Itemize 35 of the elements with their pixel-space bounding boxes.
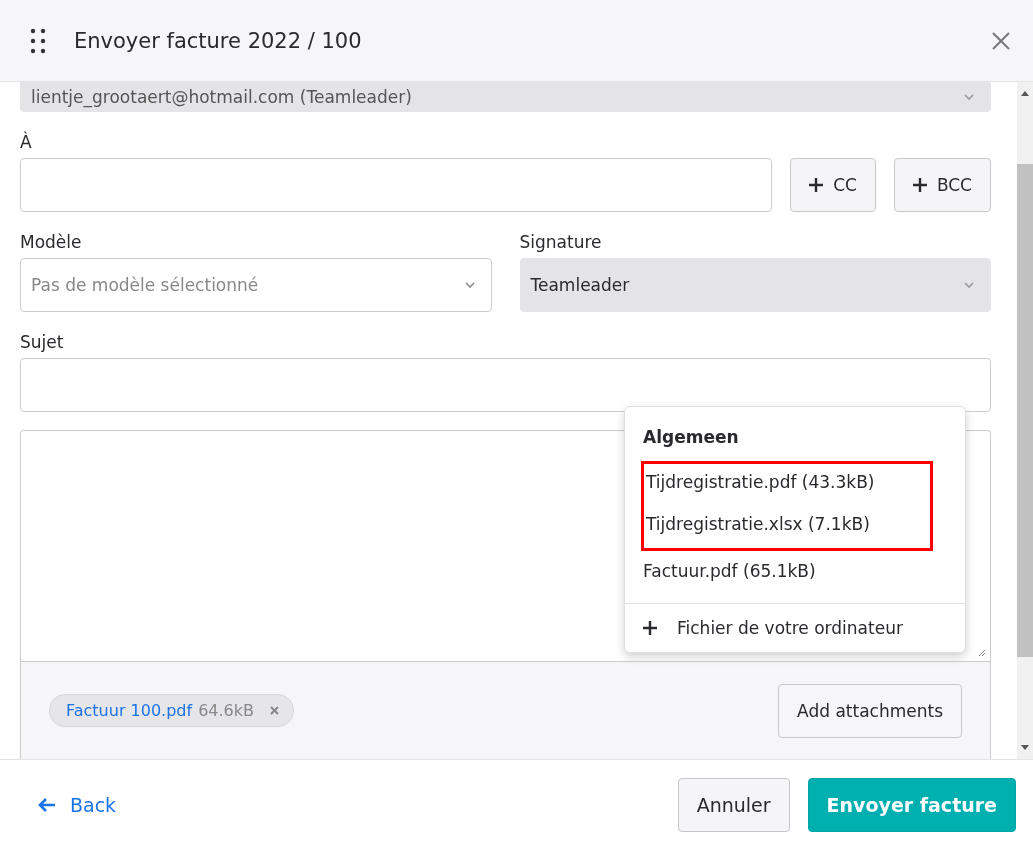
chevron-icon	[964, 94, 974, 100]
chevron-icon	[464, 282, 475, 288]
menu-item[interactable]: Tijdregistratie.xlsx (7.1kB)	[644, 506, 930, 548]
resize-handle-icon[interactable]	[976, 647, 986, 657]
menu-item[interactable]: Tijdregistratie.pdf (43.3kB)	[644, 464, 930, 506]
attachment-size: 64.6kB	[198, 701, 254, 720]
subject-input[interactable]	[20, 358, 991, 412]
field-label: Signature	[519, 232, 603, 252]
scrollbar[interactable]	[1017, 82, 1033, 759]
upload-menu-item[interactable]: Fichier de votre ordinateur	[625, 604, 965, 652]
scroll-up-icon[interactable]	[1021, 90, 1029, 96]
close-icon[interactable]	[991, 30, 1011, 51]
plus-icon	[809, 178, 824, 192]
chevron-icon	[964, 282, 974, 288]
add-attachments-button[interactable]: Add attachments	[778, 683, 962, 738]
dialog-title: Envoyer facture 2022 / 100	[74, 28, 363, 53]
back-link[interactable]: Back	[38, 794, 117, 816]
template-select[interactable]: Pas de modèle sélectionné	[20, 258, 492, 312]
cancel-button[interactable]: Annuler	[677, 778, 790, 832]
sender-select[interactable]: lientje_grootaert@hotmail.com (Teamleader)	[20, 82, 991, 112]
arrow-left-icon	[38, 798, 56, 812]
plus-icon	[643, 621, 657, 635]
menu-item[interactable]: Factuur.pdf (65.1kB)	[643, 551, 947, 599]
field-label: Sujet	[20, 332, 65, 352]
remove-icon[interactable]	[270, 706, 279, 715]
attachment-link[interactable]: Factuur 100.pdf	[66, 701, 193, 720]
add-recipient-button[interactable]: BCC	[893, 158, 991, 212]
signature-select[interactable]: Teamleader	[519, 258, 991, 312]
field-label: Modèle	[20, 232, 83, 252]
scroll-down-icon[interactable]	[1021, 745, 1029, 751]
recipient-input[interactable]	[20, 158, 773, 212]
add-recipient-button[interactable]: CC	[790, 158, 876, 212]
drag-handle-icon[interactable]	[30, 27, 46, 54]
field-label: À	[20, 132, 33, 152]
plus-icon	[912, 178, 927, 192]
